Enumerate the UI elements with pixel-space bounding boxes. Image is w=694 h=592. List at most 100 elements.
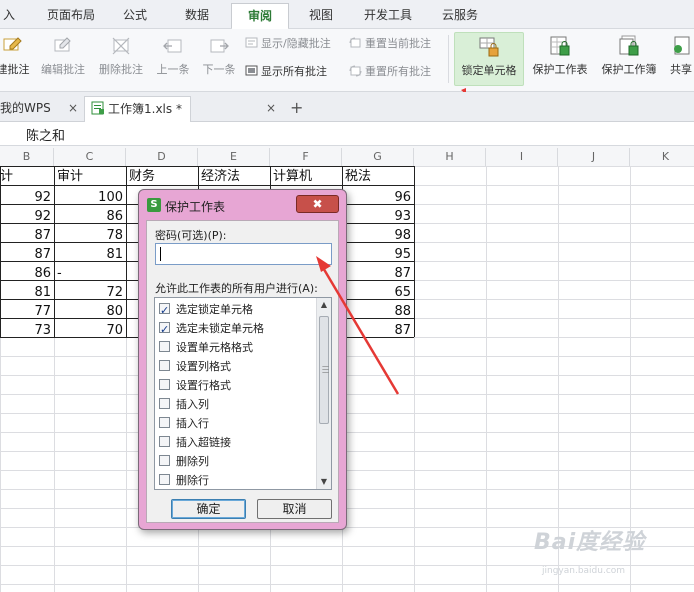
table-cell[interactable]: 81 <box>0 283 54 302</box>
column-header[interactable]: K <box>630 148 694 166</box>
table-cell[interactable]: 81 <box>54 245 126 264</box>
permission-item[interactable]: 插入行 <box>159 414 209 433</box>
next-comment-button[interactable]: 下一条 <box>198 35 240 77</box>
ok-button[interactable]: 确定 <box>171 499 246 519</box>
table-cell[interactable]: 87 <box>342 321 414 340</box>
permission-item[interactable]: 选定锁定单元格 <box>159 300 253 320</box>
reset-all-comments-button[interactable]: 重置所有批注 <box>349 64 431 80</box>
table-cell[interactable]: 98 <box>342 226 414 245</box>
header-cell[interactable]: 税法 <box>345 167 371 186</box>
lock-cell-label: 锁定单元格 <box>461 64 517 77</box>
table-cell[interactable]: 87 <box>342 264 414 283</box>
permission-checkbox[interactable] <box>159 474 170 485</box>
tab-data[interactable]: 数据 <box>174 0 220 29</box>
share-button[interactable]: 共享 <box>664 35 694 77</box>
protect-sheet-button[interactable]: 保护工作表 <box>528 35 592 77</box>
watermark-logo: Bai度经验 <box>534 530 646 555</box>
permission-checkbox[interactable] <box>159 455 170 466</box>
permission-checkbox[interactable] <box>159 398 170 409</box>
delete-comment-button[interactable]: 删除批注 <box>94 35 148 77</box>
tab-formulas[interactable]: 公式 <box>112 0 158 29</box>
table-cell[interactable]: - <box>57 264 117 283</box>
edit-comment-button[interactable]: 编辑批注 <box>36 35 90 77</box>
tab-page-layout[interactable]: 页面布局 <box>38 0 104 29</box>
table-cell[interactable]: 80 <box>54 302 126 321</box>
table-cell[interactable]: 86 <box>0 264 54 283</box>
insert-comment-button[interactable]: 建批注 <box>0 35 32 77</box>
table-cell[interactable]: 87 <box>0 226 54 245</box>
table-cell[interactable]: 87 <box>0 245 54 264</box>
tab-view[interactable]: 视图 <box>298 0 344 29</box>
password-input[interactable] <box>155 243 332 265</box>
column-header[interactable]: J <box>558 148 630 166</box>
table-cell[interactable]: 72 <box>54 283 126 302</box>
table-cell[interactable]: 95 <box>342 245 414 264</box>
column-header[interactable]: H <box>414 148 486 166</box>
tab-my-wps[interactable]: 我的WPS <box>0 98 51 118</box>
permission-item[interactable]: 选定未锁定单元格 <box>159 319 264 339</box>
table-cell[interactable]: 77 <box>0 302 54 321</box>
close-tab-icon[interactable]: × <box>266 98 276 118</box>
permission-item[interactable]: 设置单元格格式 <box>159 338 253 357</box>
permission-checkbox[interactable] <box>159 379 170 390</box>
permission-label: 删除行 <box>176 474 209 487</box>
column-header[interactable]: I <box>486 148 558 166</box>
show-all-comments-icon <box>245 65 258 76</box>
lock-cell-button[interactable]: 锁定单元格 <box>454 32 524 86</box>
tab-insert[interactable]: 入 <box>0 0 18 29</box>
permission-item[interactable]: 删除行 <box>159 471 209 489</box>
close-tab-icon[interactable]: × <box>68 98 78 118</box>
column-header[interactable]: D <box>126 148 198 166</box>
column-header[interactable]: B <box>0 148 54 166</box>
scrollbar[interactable]: ▲ — — — ▼ <box>316 298 331 489</box>
tab-workbook[interactable]: 工作簿1.xls * <box>84 96 191 122</box>
table-cell[interactable]: 93 <box>342 207 414 226</box>
permission-checkbox[interactable] <box>159 301 170 320</box>
table-cell[interactable]: 92 <box>0 207 54 226</box>
permission-item[interactable]: 设置列格式 <box>159 357 231 376</box>
table-cell[interactable]: 65 <box>342 283 414 302</box>
table-cell[interactable]: 86 <box>54 207 126 226</box>
protect-workbook-button[interactable]: 保护工作簿 <box>597 35 661 77</box>
reset-current-comment-button[interactable]: 重置当前批注 <box>349 36 431 52</box>
permission-checkbox[interactable] <box>159 417 170 428</box>
permission-checkbox[interactable] <box>159 436 170 447</box>
show-hide-comment-button[interactable]: 显示/隐藏批注 <box>245 36 331 52</box>
tab-review[interactable]: 审阅 <box>231 3 289 30</box>
header-cell[interactable]: 计算机 <box>273 167 312 186</box>
new-tab-button[interactable]: + <box>290 98 303 118</box>
close-button[interactable]: ✖ <box>296 195 339 213</box>
header-cell[interactable]: 审计 <box>57 167 83 186</box>
column-header[interactable]: G <box>342 148 414 166</box>
cancel-button[interactable]: 取消 <box>257 499 332 519</box>
permission-item[interactable]: 设置行格式 <box>159 376 231 395</box>
column-header[interactable]: C <box>54 148 126 166</box>
permission-item[interactable]: 删除列 <box>159 452 209 471</box>
header-cell[interactable]: 经济法 <box>201 167 240 186</box>
header-cell[interactable]: 财务 <box>129 167 155 186</box>
table-cell[interactable]: 73 <box>0 321 54 340</box>
scroll-down-arrow-icon[interactable]: ▼ <box>317 475 331 489</box>
permission-item[interactable]: 插入列 <box>159 395 209 414</box>
scroll-up-arrow-icon[interactable]: ▲ <box>317 298 331 312</box>
permission-checkbox[interactable] <box>159 320 170 339</box>
table-cell[interactable]: 92 <box>0 188 54 207</box>
table-cell[interactable]: 100 <box>54 188 126 207</box>
column-header[interactable]: E <box>198 148 270 166</box>
previous-comment-button[interactable]: 上一条 <box>152 35 194 77</box>
permission-checkbox[interactable] <box>159 360 170 371</box>
permission-checkbox[interactable] <box>159 341 170 352</box>
table-cell[interactable]: 88 <box>342 302 414 321</box>
table-cell[interactable]: 78 <box>54 226 126 245</box>
tab-cloud[interactable]: 云服务 <box>431 0 489 29</box>
show-all-comments-button[interactable]: 显示所有批注 <box>245 64 327 80</box>
table-cell[interactable]: 96 <box>342 188 414 207</box>
formula-bar[interactable]: 陈之和 <box>0 122 694 146</box>
scrollbar-thumb[interactable]: — — — <box>319 316 329 424</box>
column-header[interactable]: F <box>270 148 342 166</box>
table-cell[interactable]: 70 <box>54 321 126 340</box>
permissions-list[interactable]: 选定锁定单元格选定未锁定单元格设置单元格格式设置列格式设置行格式插入列插入行插入… <box>154 297 332 490</box>
tab-developer[interactable]: 开发工具 <box>356 0 420 29</box>
header-cell[interactable]: 计 <box>0 167 13 186</box>
permission-item[interactable]: 插入超链接 <box>159 433 231 452</box>
